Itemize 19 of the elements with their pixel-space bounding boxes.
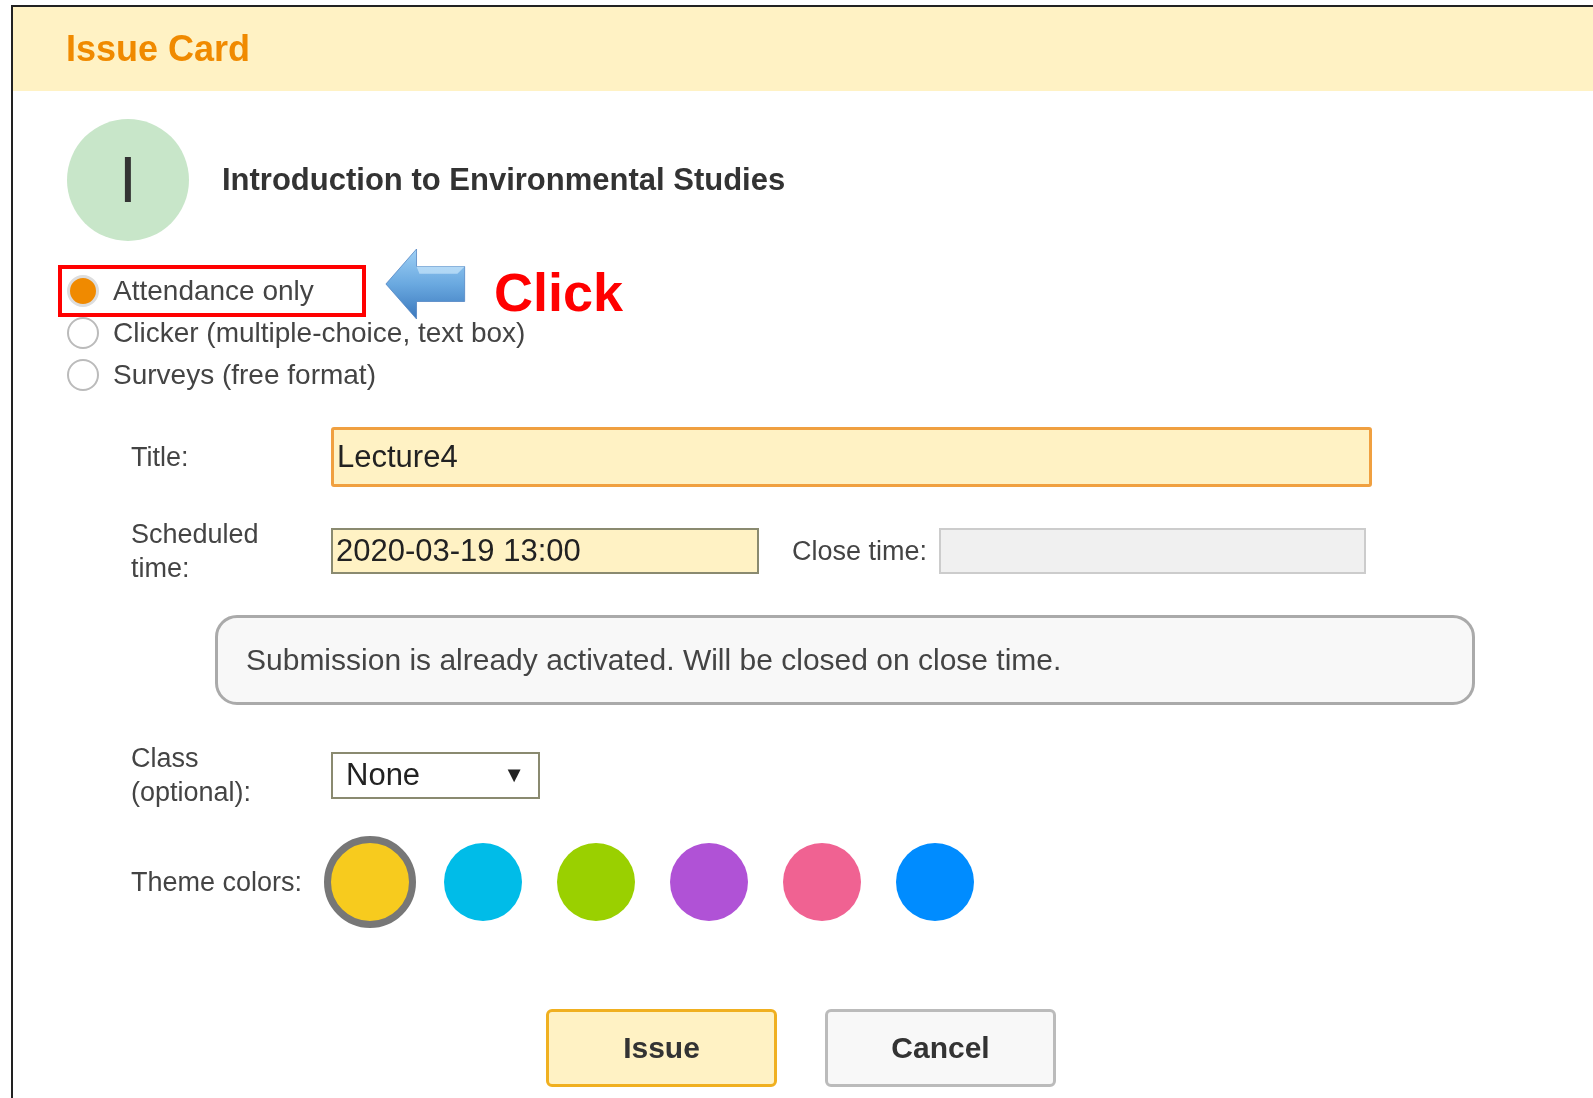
scheduled-time-input[interactable]: 2020-03-19 13:00 [331,528,759,574]
radio-button[interactable] [67,359,99,391]
close-time-label: Close time: [792,535,928,567]
class-label: Class (optional): [131,742,253,809]
dialog-title: Issue Card [66,28,251,70]
radio-button[interactable] [67,317,99,349]
course-avatar: I [67,119,189,241]
issue-button[interactable]: Issue [546,1009,777,1087]
radio-button[interactable] [67,275,99,307]
cancel-button[interactable]: Cancel [825,1009,1056,1087]
scheduled-time-label: Scheduled time: [131,518,260,585]
title-input[interactable]: Lecture4 [331,427,1372,487]
course-name: Introduction to Environmental Studies [222,162,786,198]
radio-option[interactable]: Surveys (free format) [67,359,376,391]
class-dropdown[interactable]: None ▼ [331,751,540,799]
radio-option[interactable]: Attendance only [67,275,314,307]
status-notice: Submission is already activated. Will be closed on close time. [215,615,1475,705]
theme-colors-label: Theme colors: [131,866,304,899]
title-label: Title: [131,441,190,474]
